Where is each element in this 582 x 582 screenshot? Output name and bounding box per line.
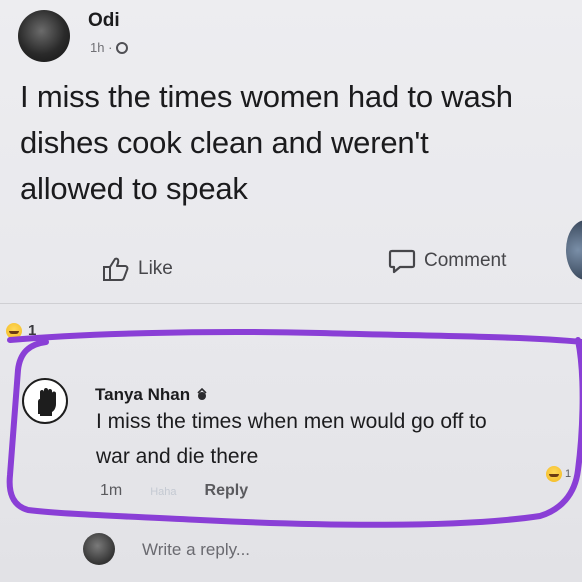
divider <box>0 303 582 304</box>
comment-reaction-summary[interactable]: 1 <box>546 466 571 482</box>
haha-emoji-icon <box>6 322 22 339</box>
reply-user-avatar <box>83 533 115 565</box>
comment-time[interactable]: 1m <box>100 482 122 500</box>
raised-fist-icon <box>38 388 56 416</box>
commenter-name[interactable]: Tanya Nhan <box>95 385 209 405</box>
comment-text-line: war and die there <box>96 445 259 468</box>
post-text: I miss the times women had to wash dishe… <box>20 74 580 212</box>
comment-reaction-count: 1 <box>565 468 572 480</box>
speech-bubble-icon <box>388 249 416 274</box>
thumbs-up-icon <box>103 257 129 281</box>
reply-input[interactable] <box>138 532 582 568</box>
reaction-summary[interactable]: 1 <box>6 322 36 339</box>
haha-button[interactable]: Haha <box>150 482 176 500</box>
reaction-count: 1 <box>28 322 37 339</box>
post-author-name[interactable]: Odi <box>88 10 120 32</box>
comment-text: I miss the times when men would go off t… <box>96 404 566 474</box>
commenter-name-label: Tanya Nhan <box>95 385 191 404</box>
comment-text-line: I miss the times when men would go off t… <box>96 410 487 433</box>
haha-emoji-icon <box>546 466 562 482</box>
post-text-line: allowed to speak <box>20 171 248 206</box>
post-card: Odi 1h · I miss the times women had to w… <box>0 0 582 582</box>
like-label: Like <box>138 258 173 279</box>
reply-button[interactable]: Reply <box>205 482 249 500</box>
post-meta: 1h · <box>90 40 129 55</box>
badge-icon <box>197 388 207 400</box>
globe-icon <box>116 41 129 54</box>
post-text-line: dishes cook clean and weren't <box>20 125 429 160</box>
author-avatar[interactable] <box>18 10 70 62</box>
comment-label: Comment <box>424 250 507 271</box>
profile-edge-icon <box>566 220 582 280</box>
like-button[interactable]: Like <box>102 256 173 282</box>
post-time[interactable]: 1h · <box>90 40 112 55</box>
comment-actions: 1m Haha Reply <box>100 482 248 500</box>
commenter-avatar[interactable] <box>22 378 68 424</box>
post-text-line: I miss the times women had to wash <box>20 79 513 114</box>
comment-button[interactable]: Comment <box>388 247 506 275</box>
